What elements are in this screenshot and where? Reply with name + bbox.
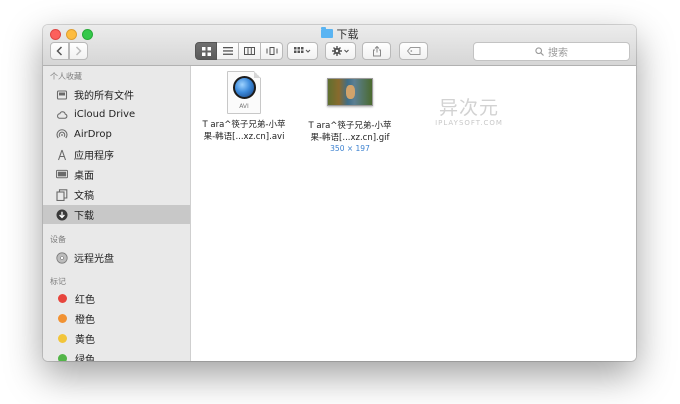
- sidebar-item-airdrop[interactable]: AirDrop: [43, 125, 190, 144]
- cover-flow-button[interactable]: [261, 42, 283, 60]
- share-icon: [372, 45, 381, 56]
- window-title-text: 下载: [336, 27, 359, 41]
- sidebar-item-all-my-files[interactable]: 我的所有文件: [43, 85, 190, 104]
- arrange-button[interactable]: [287, 42, 318, 60]
- watermark: 异次元 IPLAYSOFT.COM: [432, 97, 506, 127]
- watermark-logo: 异次元: [438, 97, 499, 119]
- cloud-icon: [56, 109, 68, 121]
- documents-icon: [56, 188, 68, 201]
- gif-thumbnail: [327, 78, 373, 106]
- share-button[interactable]: [362, 42, 391, 60]
- file-name: T ara^筷子兄弟-小苹 果-韩语[...xz.cn].gif: [308, 121, 392, 143]
- quicktime-avi-icon: AVI: [227, 71, 261, 114]
- file-item-avi[interactable]: AVI T ara^筷子兄弟-小苹 果-韩语[...xz.cn].avi: [194, 71, 294, 143]
- search-placeholder: 搜索: [548, 48, 568, 59]
- sidebar-tag-green[interactable]: 绿色: [43, 349, 190, 361]
- column-view-button[interactable]: [239, 42, 261, 60]
- view-mode-control: [195, 42, 283, 60]
- list-view-icon: [222, 47, 233, 55]
- file-name: T ara^筷子兄弟-小苹 果-韩语[...xz.cn].avi: [202, 120, 286, 142]
- sidebar-item-downloads[interactable]: 下载: [43, 205, 190, 224]
- icon-view-icon: [201, 46, 211, 56]
- sidebar-item-label: 桌面: [74, 171, 94, 182]
- action-button[interactable]: [325, 42, 356, 60]
- chevron-left-icon: [56, 46, 63, 56]
- disc-icon: [56, 251, 68, 264]
- sidebar-item-applications[interactable]: 应用程序: [43, 145, 190, 164]
- window-title: 下载: [43, 26, 636, 41]
- sidebar-tag-red[interactable]: 红色: [43, 289, 190, 308]
- green-tag-dot-icon: [58, 354, 67, 361]
- sidebar-item-label: 下载: [74, 211, 94, 222]
- orange-tag-dot-icon: [58, 314, 67, 323]
- title-bar: 下载 搜索: [43, 25, 636, 66]
- sidebar-item-icloud-drive[interactable]: iCloud Drive: [43, 105, 190, 124]
- back-button[interactable]: [50, 42, 69, 60]
- sidebar-item-label: 黄色: [75, 335, 95, 346]
- applications-icon: [56, 149, 68, 161]
- downloads-icon: [56, 209, 68, 221]
- downloads-folder-icon: [320, 27, 333, 38]
- yellow-tag-dot-icon: [58, 334, 67, 343]
- file-browser: AVI T ara^筷子兄弟-小苹 果-韩语[...xz.cn].avi T a…: [191, 66, 636, 361]
- column-view-icon: [244, 47, 255, 55]
- icon-view-button[interactable]: [195, 42, 217, 60]
- sidebar-item-label: 绿色: [75, 355, 95, 361]
- all-files-icon: [56, 89, 68, 101]
- sidebar-item-label: 远程光盘: [74, 254, 114, 265]
- chevron-right-icon: [75, 46, 82, 56]
- image-dimensions: 350 × 197: [330, 144, 370, 153]
- arrange-grid-icon: [294, 47, 311, 53]
- sidebar-item-label: 橙色: [75, 315, 95, 326]
- sidebar-item-label: AirDrop: [74, 129, 112, 140]
- watermark-url: IPLAYSOFT.COM: [435, 119, 503, 127]
- sidebar-item-label: iCloud Drive: [74, 109, 136, 120]
- sidebar-item-documents[interactable]: 文稿: [43, 185, 190, 204]
- sidebar-item-remote-disc[interactable]: 远程光盘: [43, 248, 190, 267]
- desktop-icon: [56, 169, 68, 181]
- sidebar-item-label: 应用程序: [74, 151, 114, 162]
- tags-header: 标记: [50, 277, 66, 286]
- list-view-button[interactable]: [217, 42, 239, 60]
- finder-window: 下载 搜索 个人收藏 我的所有文件 iCloud Drive AirDrop 应…: [43, 25, 636, 361]
- sidebar-tag-yellow[interactable]: 黄色: [43, 329, 190, 348]
- airdrop-icon: [56, 128, 68, 141]
- cover-flow-icon: [266, 47, 277, 55]
- sidebar-item-label: 红色: [75, 295, 95, 306]
- red-tag-dot-icon: [58, 294, 67, 303]
- devices-header: 设备: [50, 235, 66, 244]
- sidebar-item-label: 我的所有文件: [74, 91, 134, 102]
- file-kind-label: AVI: [239, 103, 249, 110]
- magnifier-icon: [535, 47, 544, 56]
- sidebar-tag-orange[interactable]: 橙色: [43, 309, 190, 328]
- edit-tags-button[interactable]: [399, 42, 428, 60]
- favorites-header: 个人收藏: [50, 72, 82, 81]
- tag-icon: [406, 47, 420, 55]
- file-item-gif[interactable]: T ara^筷子兄弟-小苹 果-韩语[...xz.cn].gif 350 × 1…: [300, 71, 400, 154]
- forward-button[interactable]: [69, 42, 88, 60]
- sidebar-item-label: 文稿: [74, 191, 94, 202]
- search-field[interactable]: 搜索: [473, 42, 630, 61]
- sidebar-item-desktop[interactable]: 桌面: [43, 165, 190, 184]
- sidebar: 个人收藏 我的所有文件 iCloud Drive AirDrop 应用程序 桌面…: [43, 66, 191, 361]
- gear-icon: [331, 46, 349, 56]
